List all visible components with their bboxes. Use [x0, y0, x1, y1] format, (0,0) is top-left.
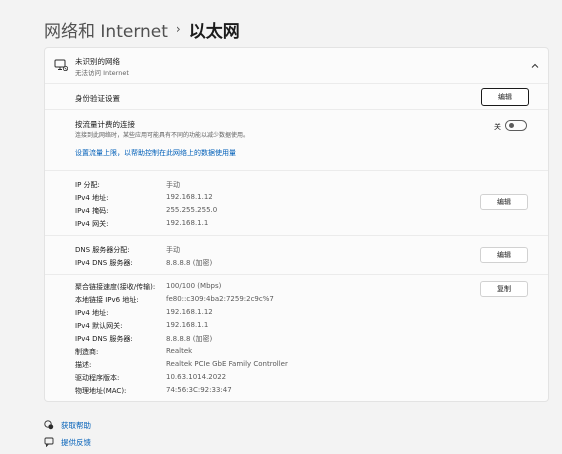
- ip-value: 192.168.1.12: [166, 193, 213, 201]
- feedback-icon: [44, 437, 54, 447]
- ip-key: IPv4 网关:: [75, 220, 109, 228]
- network-header[interactable]: 未识别的网络 无法访问 Internet: [45, 48, 548, 84]
- property-key: 物理地址(MAC):: [75, 387, 127, 395]
- property-value: 74:56:3C:92:33:47: [166, 386, 232, 394]
- help-chat-icon: [44, 420, 54, 430]
- properties-section: 聚合链接速度(接收/传输): 100/100 (Mbps) 本地链接 IPv6 …: [45, 276, 548, 401]
- metered-title: 按流量计费的连接: [75, 120, 135, 129]
- property-value: Realtek: [166, 347, 193, 355]
- dns-value: 手动: [166, 246, 180, 254]
- breadcrumb-parent[interactable]: 网络和 Internet: [44, 17, 168, 42]
- ip-value: 255.255.255.0: [166, 206, 218, 214]
- property-key: IPv4 地址:: [75, 309, 109, 317]
- property-value: 192.168.1.1: [166, 321, 209, 329]
- property-key: 制造商:: [75, 348, 99, 356]
- property-value: Realtek PCIe GbE Family Controller: [166, 360, 288, 368]
- property-key: 聚合链接速度(接收/传输):: [75, 283, 156, 291]
- metered-toggle[interactable]: [505, 120, 527, 131]
- breadcrumb-separator: ›: [175, 22, 181, 36]
- breadcrumb: 网络和 Internet › 以太网: [44, 16, 240, 42]
- auth-settings-row: 身份验证设置 编辑: [45, 84, 548, 110]
- ip-key: IP 分配:: [75, 181, 100, 189]
- data-limit-link[interactable]: 设置流量上限，以帮助控制在此网络上的数据使用量: [75, 148, 236, 158]
- chevron-up-icon[interactable]: [530, 61, 540, 71]
- auth-settings-label: 身份验证设置: [75, 94, 120, 103]
- network-status: 无法访问 Internet: [75, 69, 129, 77]
- ethernet-card: 未识别的网络 无法访问 Internet 身份验证设置 编辑 按流量计费的连接 …: [44, 47, 549, 402]
- ip-settings-section: IP 分配: 手动 IPv4 地址: 192.168.1.12 IPv4 掩码:…: [45, 172, 548, 236]
- ip-key: IPv4 地址:: [75, 194, 109, 202]
- dns-edit-button[interactable]: 编辑: [480, 247, 528, 263]
- property-value: 192.168.1.12: [166, 308, 213, 316]
- metered-description: 连接到此网络时，某些应用可能具有不同的功能以减少数据使用。: [75, 132, 250, 139]
- ethernet-monitor-icon: [54, 59, 68, 71]
- property-key: 描述:: [75, 361, 92, 369]
- property-value: 100/100 (Mbps): [166, 282, 222, 290]
- copy-button[interactable]: 复制: [480, 281, 528, 297]
- get-help-label: 获取帮助: [61, 420, 91, 430]
- ip-key: IPv4 掩码:: [75, 207, 109, 215]
- property-key: 驱动程序版本:: [75, 374, 120, 382]
- dns-value: 8.8.8.8 (加密): [166, 259, 213, 267]
- dns-settings-section: DNS 服务器分配: 手动 IPv4 DNS 服务器: 8.8.8.8 (加密)…: [45, 237, 548, 275]
- get-help-link[interactable]: 获取帮助: [44, 419, 91, 431]
- property-value: 10.63.1014.2022: [166, 373, 227, 381]
- property-value: fe80::c309:4ba2:7259:2c9c%7: [166, 295, 274, 303]
- give-feedback-label: 提供反馈: [61, 437, 91, 447]
- toggle-knob: [509, 123, 514, 128]
- property-key: IPv4 默认网关:: [75, 322, 123, 330]
- page-title: 以太网: [188, 21, 240, 42]
- metered-toggle-label: 关: [494, 123, 501, 131]
- network-name: 未识别的网络: [75, 57, 120, 66]
- give-feedback-link[interactable]: 提供反馈: [44, 436, 91, 448]
- metered-connection-row: 按流量计费的连接 连接到此网络时，某些应用可能具有不同的功能以减少数据使用。 设…: [45, 111, 548, 171]
- property-key: 本地链接 IPv6 地址:: [75, 296, 139, 304]
- ip-value: 192.168.1.1: [166, 219, 209, 227]
- ip-value: 手动: [166, 181, 180, 189]
- ip-edit-button[interactable]: 编辑: [480, 194, 528, 210]
- auth-edit-button[interactable]: 编辑: [481, 88, 529, 106]
- property-key: IPv4 DNS 服务器:: [75, 335, 133, 343]
- property-value: 8.8.8.8 (加密): [166, 335, 213, 343]
- dns-key: IPv4 DNS 服务器:: [75, 259, 133, 267]
- dns-key: DNS 服务器分配:: [75, 246, 130, 254]
